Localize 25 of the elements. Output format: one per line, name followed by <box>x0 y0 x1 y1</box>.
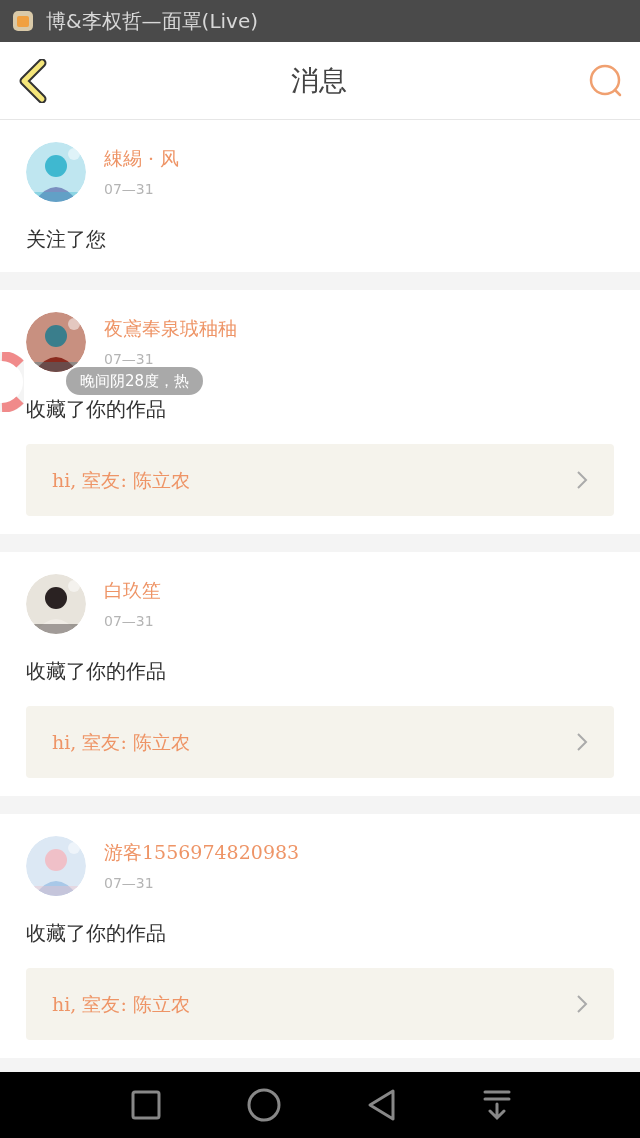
message-date: 07—31 <box>104 873 155 893</box>
work-link[interactable]: hi, 室友: 陈立农 <box>26 444 614 516</box>
message-text: 收藏了你的作品 <box>26 396 166 423</box>
app-icon <box>12 10 34 32</box>
message-text: 收藏了你的作品 <box>26 920 166 947</box>
user-name[interactable]: 綀緆 · 风 <box>104 144 180 173</box>
chevron-right-icon <box>576 470 588 490</box>
chevron-right-icon <box>576 994 588 1014</box>
toast-message: 晚间阴28度，热 <box>66 367 204 395</box>
chevron-right-icon <box>576 732 588 752</box>
message-date: 07—31 <box>104 179 155 199</box>
work-link[interactable]: hi, 室友: 陈立农 <box>26 706 614 778</box>
message-date: 07—31 <box>104 349 155 369</box>
page-title: 消息 <box>291 62 347 99</box>
user-name[interactable]: 游客1556974820983 <box>104 838 300 867</box>
user-name[interactable]: 夜鳶奉泉珬秞秞 <box>104 314 237 343</box>
song-title: 博&李权哲—面罩(Live) <box>46 8 259 35</box>
recent-apps-icon[interactable] <box>129 1089 162 1121</box>
home-icon[interactable] <box>246 1088 281 1122</box>
message-date: 07—31 <box>104 611 155 631</box>
work-link[interactable]: hi, 室友: 陈立农 <box>26 968 614 1040</box>
notification-drawer-icon[interactable] <box>482 1089 511 1121</box>
message-text: 关注了您 <box>26 226 106 253</box>
user-name[interactable]: 白玖笙 <box>104 576 161 605</box>
message-text: 收藏了你的作品 <box>26 658 166 685</box>
